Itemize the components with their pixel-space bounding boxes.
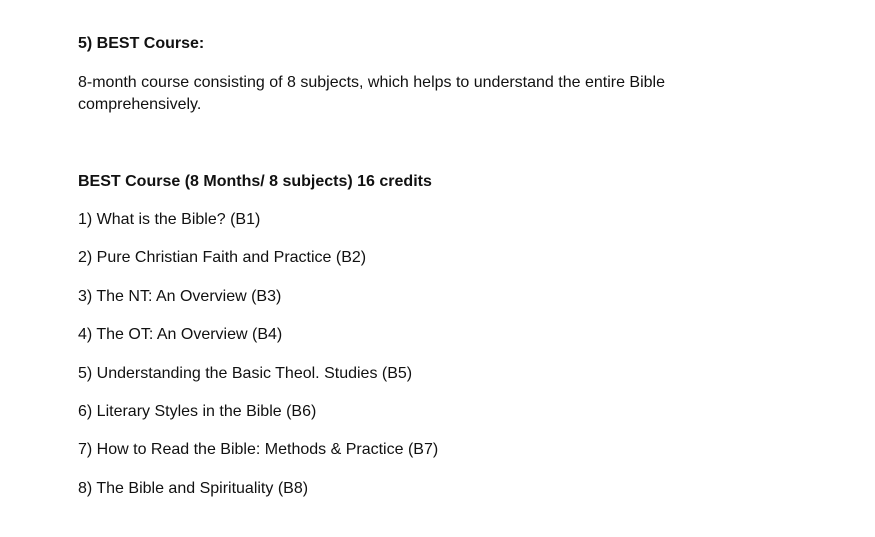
subject-item-b2: 2) Pure Christian Faith and Practice (B2… <box>78 249 367 266</box>
subject-item-b6: 6) Literary Styles in the Bible (B6) <box>78 403 317 420</box>
subject-item-b4: 4) The OT: An Overview (B4) <box>78 326 283 343</box>
subject-item-b3: 3) The NT: An Overview (B3) <box>78 288 282 305</box>
subject-item-b7: 7) How to Read the Bible: Methods & Prac… <box>78 441 439 458</box>
section-heading: 5) BEST Course: <box>78 35 205 52</box>
course-title: BEST Course (8 Months/ 8 subjects) 16 cr… <box>78 173 432 190</box>
subject-item-b1: 1) What is the Bible? (B1) <box>78 211 261 228</box>
section-description: 8-month course consisting of 8 subjects,… <box>78 74 665 113</box>
subject-item-b5: 5) Understanding the Basic Theol. Studie… <box>78 365 413 382</box>
subject-item-b8: 8) The Bible and Spirituality (B8) <box>78 480 309 497</box>
